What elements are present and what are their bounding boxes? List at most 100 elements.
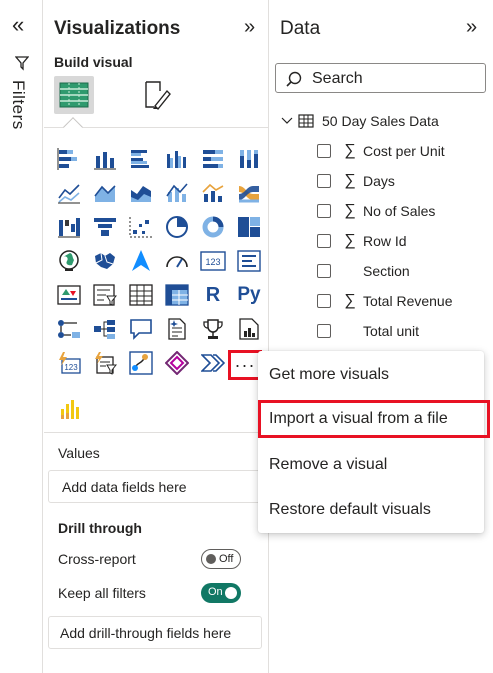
more-visuals-context-menu: Get more visuals Import a visual from a … bbox=[258, 351, 490, 533]
checkbox[interactable] bbox=[317, 324, 331, 338]
line-chart-icon[interactable] bbox=[56, 180, 82, 206]
power-automate-chevrons-icon[interactable] bbox=[200, 350, 226, 376]
card-icon[interactable]: 123 bbox=[200, 248, 226, 274]
field-item[interactable]: ∑ Total Revenue bbox=[317, 290, 453, 312]
qa-visual-icon[interactable] bbox=[128, 316, 154, 342]
checkbox[interactable] bbox=[317, 144, 331, 158]
checkbox[interactable] bbox=[317, 174, 331, 188]
search-input[interactable]: Search bbox=[275, 63, 486, 93]
field-name: Total unit bbox=[363, 323, 420, 339]
paginated-report-icon[interactable] bbox=[236, 316, 262, 342]
line-stacked-column-icon[interactable] bbox=[200, 180, 226, 206]
key-influencers-icon[interactable] bbox=[56, 316, 82, 342]
svg-text:123: 123 bbox=[64, 363, 78, 372]
menu-item-get-more-visuals[interactable]: Get more visuals bbox=[258, 357, 484, 395]
table-grid-icon bbox=[59, 82, 89, 108]
visualizations-pane: Visualizations » Build visual 123 R Py 1… bbox=[44, 0, 269, 673]
slicer-icon[interactable] bbox=[92, 282, 118, 308]
table-icon[interactable] bbox=[128, 282, 154, 308]
power-apps-diamond-icon[interactable] bbox=[164, 350, 190, 376]
checkbox[interactable] bbox=[317, 264, 331, 278]
clustered-column-chart-icon[interactable] bbox=[164, 146, 190, 172]
multi-row-card-icon[interactable] bbox=[236, 248, 262, 274]
checkbox[interactable] bbox=[317, 204, 331, 218]
toggle-on-text: On bbox=[208, 586, 223, 598]
field-item[interactable]: ∑ Days bbox=[317, 170, 395, 192]
search-icon bbox=[285, 70, 303, 93]
stacked-bar-chart-icon[interactable] bbox=[56, 146, 82, 172]
r-script-visual-icon[interactable]: R bbox=[200, 282, 226, 308]
smart-narrative-icon[interactable] bbox=[164, 316, 190, 342]
double-chevron-right-icon[interactable]: » bbox=[466, 16, 477, 39]
search-placeholder: Search bbox=[312, 70, 363, 87]
field-item[interactable]: ∑ Row Id bbox=[317, 230, 407, 252]
checkbox[interactable] bbox=[317, 234, 331, 248]
power-automate-icon[interactable] bbox=[92, 350, 118, 376]
area-chart-icon[interactable] bbox=[92, 180, 118, 206]
field-name: Section bbox=[363, 263, 410, 279]
field-item[interactable]: ∑ Cost per Unit bbox=[317, 140, 445, 162]
format-visual-tab[interactable] bbox=[138, 78, 174, 112]
ribbon-chart-icon[interactable] bbox=[236, 180, 262, 206]
more-visuals-button[interactable]: ··· bbox=[228, 350, 262, 380]
funnel-icon bbox=[14, 55, 30, 76]
field-item[interactable]: ∑Total unit bbox=[317, 320, 419, 342]
sigma-icon: ∑ bbox=[344, 292, 356, 309]
scatter-chart-icon[interactable] bbox=[128, 214, 154, 240]
map-icon[interactable] bbox=[56, 248, 82, 274]
stacked-column-chart-icon[interactable] bbox=[92, 146, 118, 172]
kpi-icon[interactable] bbox=[56, 282, 82, 308]
data-pane: Data » Search 50 Day Sales Data ∑ Cost pe… bbox=[270, 0, 493, 673]
build-visual-label: Build visual bbox=[54, 54, 133, 70]
visualizations-title: Visualizations bbox=[54, 18, 181, 39]
table-node[interactable]: 50 Day Sales Data bbox=[280, 110, 439, 132]
filters-pane-collapsed[interactable]: « Filters bbox=[0, 0, 43, 673]
python-visual-icon[interactable]: Py bbox=[236, 282, 262, 308]
custom-visual-bar-chart-icon[interactable] bbox=[56, 396, 82, 422]
table-icon bbox=[298, 114, 314, 128]
values-field-well[interactable]: Add data fields here bbox=[48, 470, 262, 503]
menu-item-remove-visual[interactable]: Remove a visual bbox=[258, 447, 484, 485]
filters-label[interactable]: Filters bbox=[8, 80, 28, 130]
menu-item-restore-default-visuals[interactable]: Restore default visuals bbox=[258, 492, 484, 530]
funnel-chart-icon[interactable] bbox=[92, 214, 118, 240]
field-name: Cost per Unit bbox=[363, 143, 445, 159]
chevron-down-icon bbox=[281, 117, 293, 124]
line-clustered-column-icon[interactable] bbox=[164, 180, 190, 206]
keep-all-filters-toggle[interactable]: On bbox=[201, 583, 241, 603]
decomposition-tree-icon[interactable] bbox=[92, 316, 118, 342]
donut-chart-icon[interactable] bbox=[200, 214, 226, 240]
pie-chart-icon[interactable] bbox=[164, 214, 190, 240]
field-item[interactable]: ∑ No of Sales bbox=[317, 200, 435, 222]
drill-through-field-well[interactable]: Add drill-through fields here bbox=[48, 616, 262, 649]
gauge-icon[interactable] bbox=[164, 248, 190, 274]
cross-report-toggle[interactable]: Off bbox=[201, 549, 241, 569]
double-chevron-right-icon[interactable]: » bbox=[244, 16, 255, 39]
100pct-column-chart-icon[interactable] bbox=[236, 146, 262, 172]
waterfall-chart-icon[interactable] bbox=[56, 214, 82, 240]
drill-through-label: Drill through bbox=[58, 520, 142, 536]
field-name: Row Id bbox=[363, 233, 407, 249]
double-chevron-left-icon[interactable]: « bbox=[12, 14, 24, 36]
stacked-area-chart-icon[interactable] bbox=[128, 180, 154, 206]
table-name: 50 Day Sales Data bbox=[322, 113, 439, 129]
goals-trophy-icon[interactable] bbox=[200, 316, 226, 342]
checkbox[interactable] bbox=[317, 294, 331, 308]
svg-text:123: 123 bbox=[205, 257, 220, 267]
sigma-icon: ∑ bbox=[344, 202, 356, 219]
treemap-icon[interactable] bbox=[236, 214, 262, 240]
matrix-icon[interactable] bbox=[164, 282, 190, 308]
azure-ml-visual-icon[interactable] bbox=[128, 350, 154, 376]
clustered-bar-chart-icon[interactable] bbox=[128, 146, 154, 172]
filled-map-icon[interactable] bbox=[92, 248, 118, 274]
100pct-bar-chart-icon[interactable] bbox=[200, 146, 226, 172]
build-visual-tab[interactable] bbox=[54, 76, 94, 114]
menu-item-import-visual-from-file[interactable]: Import a visual from a file bbox=[258, 400, 490, 438]
power-apps-card-icon[interactable]: 123 bbox=[56, 350, 82, 376]
azure-map-icon[interactable] bbox=[128, 248, 154, 274]
toggle-off-text: Off bbox=[219, 553, 234, 565]
values-label: Values bbox=[58, 445, 100, 461]
sigma-icon: ∑ bbox=[344, 142, 356, 159]
field-item[interactable]: ∑Section bbox=[317, 260, 410, 282]
field-name: No of Sales bbox=[363, 203, 436, 219]
